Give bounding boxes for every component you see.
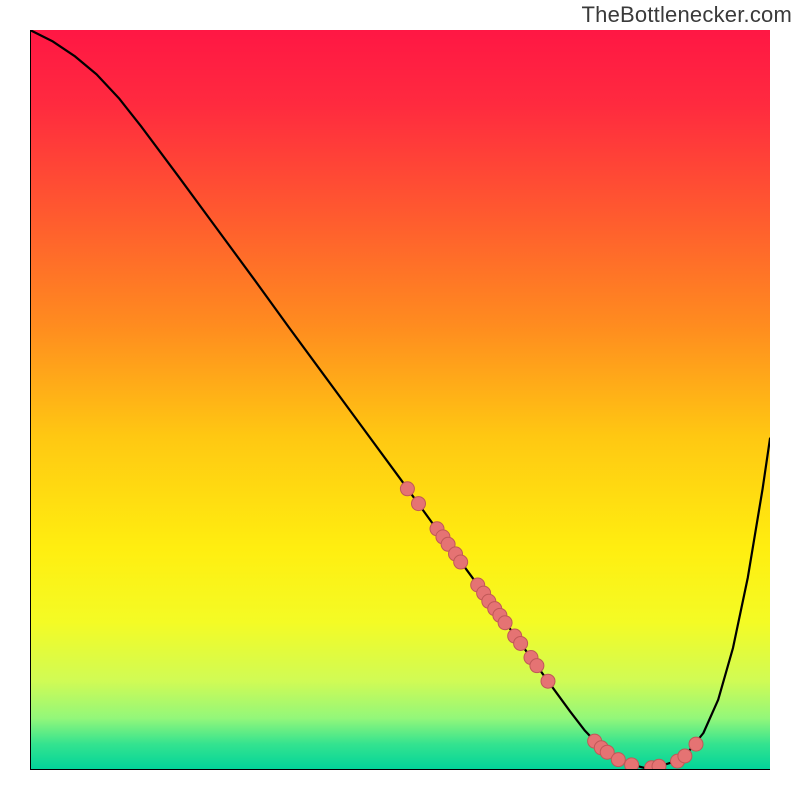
data-point xyxy=(625,758,639,770)
data-point xyxy=(689,737,703,751)
chart-svg xyxy=(30,30,770,770)
watermark-text: TheBottlenecker.com xyxy=(582,2,792,28)
data-point xyxy=(412,497,426,511)
data-point xyxy=(454,555,468,569)
data-point xyxy=(678,749,692,763)
data-point xyxy=(498,616,512,630)
data-point xyxy=(611,753,625,767)
data-point xyxy=(541,674,555,688)
chart-container: TheBottlenecker.com xyxy=(0,0,800,800)
plot-area xyxy=(30,30,770,770)
data-point xyxy=(652,759,666,770)
data-point xyxy=(400,482,414,496)
data-point xyxy=(514,636,528,650)
gradient-background xyxy=(30,30,770,770)
data-point xyxy=(530,659,544,673)
